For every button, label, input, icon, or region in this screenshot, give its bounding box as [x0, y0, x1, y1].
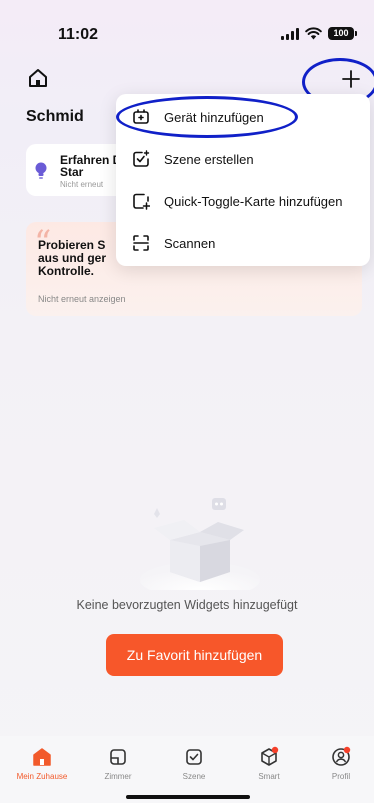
- menu-item-create-scene[interactable]: Szene erstellen: [116, 138, 370, 180]
- diy-card-dismiss[interactable]: Nicht erneut: [60, 180, 103, 189]
- bulb-icon: [35, 162, 47, 179]
- tab-szene[interactable]: Szene: [159, 746, 229, 781]
- tab-bar: Mein Zuhause Zimmer Szene Smart Profil: [0, 736, 374, 803]
- home-title[interactable]: Schmid: [26, 108, 84, 126]
- tab-profil[interactable]: Profil: [306, 746, 374, 781]
- tab-label: Szene: [182, 772, 206, 781]
- home-tab-icon: [33, 748, 51, 766]
- tab-label: Zimmer: [104, 772, 132, 781]
- tab-label: Mein Zuhause: [16, 772, 68, 781]
- try-card-dismiss[interactable]: Nicht erneut anzeigen: [38, 294, 126, 304]
- empty-box-illustration: [140, 498, 260, 590]
- create-scene-icon: [133, 150, 150, 167]
- menu-item-label: Quick-Toggle-Karte hinzufügen: [164, 193, 343, 209]
- tab-label: Profil: [331, 772, 351, 781]
- scene-tab-icon: [186, 749, 202, 765]
- status-icons: 100: [281, 27, 357, 40]
- status-bar: 11:02 100: [0, 0, 374, 60]
- tab-mein-zuhause[interactable]: Mein Zuhause: [7, 746, 77, 781]
- profile-tab-icon: [332, 746, 351, 766]
- tab-zimmer[interactable]: Zimmer: [83, 746, 153, 781]
- menu-item-label: Scannen: [164, 235, 216, 251]
- status-time: 11:02: [58, 26, 99, 43]
- empty-state-text: Keine bevorzugten Widgets hinzugefügt: [76, 598, 298, 612]
- smart-tab-icon: [261, 746, 279, 766]
- quick-toggle-icon: [133, 193, 150, 210]
- wifi-icon: [305, 27, 322, 40]
- try-card-title: Probieren S aus und ger Kontrolle.: [38, 238, 107, 278]
- diy-card[interactable]: Erfahren DIY-Star Nicht erneut: [26, 144, 126, 196]
- menu-item-scan[interactable]: Scannen: [116, 222, 370, 264]
- signal-icon: [281, 27, 299, 40]
- tab-label: Smart: [258, 772, 280, 781]
- home-icon[interactable]: [28, 68, 48, 88]
- add-favorite-button[interactable]: Zu Favorit hinzufügen: [106, 634, 283, 676]
- tab-smart[interactable]: Smart: [234, 746, 304, 781]
- annotation-circle-device: [116, 96, 298, 138]
- home-indicator: [126, 795, 250, 799]
- room-tab-icon: [110, 749, 126, 765]
- scan-icon: [133, 235, 149, 251]
- menu-item-quick-toggle[interactable]: Quick-Toggle-Karte hinzufügen: [116, 180, 370, 222]
- menu-item-label: Szene erstellen: [164, 151, 254, 167]
- battery-indicator: 100: [328, 27, 357, 40]
